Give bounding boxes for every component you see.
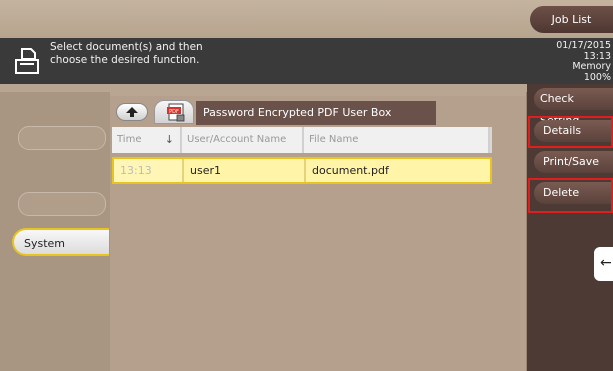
column-header-time[interactable]: Time ↓ [112,127,182,153]
cell-user: user1 [184,159,306,182]
column-header-label: Time [117,134,142,145]
left-nav-disabled-button [18,126,106,150]
up-folder-button[interactable] [116,103,148,121]
cell-file-name: document.pdf [312,164,389,177]
print-save-button[interactable]: Print/Save [534,151,613,173]
pdf-box-tab[interactable]: PDF [154,100,194,124]
delete-highlight-box [528,178,613,213]
table-row[interactable]: 13:13 user1 document.pdf [112,157,492,184]
document-print-icon [15,48,39,74]
arrow-left-icon: ← [600,255,612,271]
top-band [0,0,613,38]
column-header-label: User/Account Name [187,134,287,145]
up-arrow-icon [126,107,138,117]
column-header-user[interactable]: User/Account Name [182,127,304,153]
sort-down-icon: ↓ [164,133,174,146]
pdf-badge-text: PDF [169,109,179,115]
details-highlight-box [528,116,613,148]
pdf-file-icon: PDF [167,103,185,122]
box-title: Password Encrypted PDF User Box [196,101,436,125]
column-header-label: File Name [309,134,359,145]
instruction-message: Select document(s) and then choose the d… [50,41,203,66]
check-setting-button[interactable]: Check Setting [534,88,613,127]
job-list-button[interactable]: Job List [530,6,613,33]
system-button[interactable]: System [12,228,109,256]
collapse-panel-button[interactable]: ← [594,247,613,281]
cell-time: 13:13 [114,159,184,182]
column-header-file[interactable]: File Name [304,127,490,153]
divider [526,92,527,371]
left-nav-disabled-button [18,192,106,216]
status-readout: 01/17/2015 13:13 Memory 100% [556,40,611,83]
